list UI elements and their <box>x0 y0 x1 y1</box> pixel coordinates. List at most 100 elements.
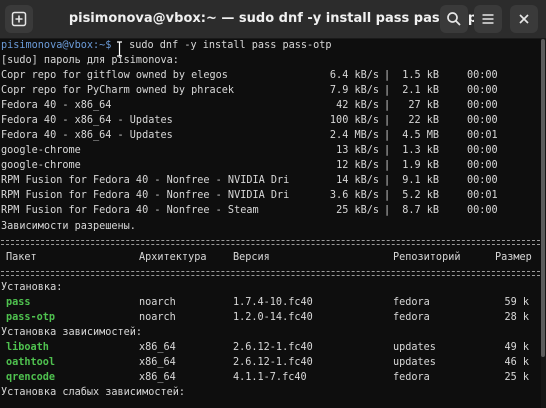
package-arch: x86_64 <box>139 372 176 383</box>
repo-metadata-line: Fedora 40 - x86_64 - Updates 100 kB/s | 22 … <box>1 114 531 128</box>
terminal-output[interactable]: pisimonova@vbox:~$ sudo dnf -y install p… <box>0 39 540 408</box>
package-size: 46 k <box>504 357 529 368</box>
repo-speed: 7.9 kB/s <box>329 85 379 96</box>
package-repo: updates <box>393 357 436 368</box>
package-repo: updates <box>393 342 436 353</box>
search-icon <box>446 11 462 27</box>
repo-name: google-chrome <box>1 160 81 171</box>
repo-size: 1.5 kB <box>402 70 439 81</box>
repo-time: 00:00 <box>467 205 498 216</box>
repo-metadata-line: RPM Fusion for Fedora 40 - Nonfree - Ste… <box>1 204 531 218</box>
header-version: Версия <box>233 252 270 263</box>
package-row: oathtool x86_64 2.6.12-1.fc40 updates 46 k <box>1 356 539 370</box>
repo-time: 00:00 <box>467 160 498 171</box>
repo-name: Copr repo for PyCharm owned by phracek <box>1 85 235 96</box>
table-header: Пакет Архитектура Версия Репозиторий Раз… <box>1 251 539 265</box>
package-name: pass-otp <box>6 312 56 323</box>
repo-speed: 100 kB/s <box>329 115 379 126</box>
repo-name: Fedora 40 - x86_64 <box>1 100 112 111</box>
hamburger-menu-icon <box>480 11 496 27</box>
repo-time: 00:01 <box>467 190 498 201</box>
repo-speed: 25 kB/s <box>336 205 379 216</box>
repo-size: 27 kB <box>408 100 439 111</box>
window-titlebar: pisimonova@vbox:~ — sudo dnf -y install … <box>0 0 546 39</box>
deps-resolved: Зависимости разрешены. <box>1 221 136 232</box>
repo-speed: 6.4 kB/s <box>329 70 379 81</box>
package-version: 4.1.1-7.fc40 <box>233 372 307 383</box>
column-divider: | <box>384 130 391 141</box>
repo-speed: 3.6 kB/s <box>329 190 379 201</box>
repo-size: 9.1 kB <box>402 175 439 186</box>
package-size: 25 k <box>504 372 529 383</box>
column-divider: | <box>384 100 391 111</box>
package-name: qrencode <box>6 372 56 383</box>
package-size: 49 k <box>504 342 529 353</box>
repo-name: RPM Fusion for Fedora 40 - Nonfree - NVI… <box>1 175 290 186</box>
text-cursor-icon <box>116 41 123 57</box>
package-size: 28 k <box>504 312 529 323</box>
repo-speed: 42 kB/s <box>336 100 379 111</box>
deps-label: Установка зависимостей: <box>1 327 143 338</box>
column-divider: | <box>384 115 391 126</box>
package-row: liboath x86_64 2.6.12-1.fc40 updates 49 k <box>1 341 539 355</box>
column-divider: | <box>384 160 391 171</box>
repo-name: RPM Fusion for Fedora 40 - Nonfree - NVI… <box>1 190 290 201</box>
package-version: 1.2.0-14.fc40 <box>233 312 313 323</box>
package-row: qrencode x86_64 4.1.1-7.fc40 fedora 25 k <box>1 371 539 385</box>
repo-speed: 13 kB/s <box>336 145 379 156</box>
package-version: 2.6.12-1.fc40 <box>233 342 313 353</box>
menu-button[interactable] <box>474 5 502 33</box>
package-name: liboath <box>6 342 49 353</box>
column-divider: | <box>384 85 391 96</box>
repo-speed: 14 kB/s <box>336 175 379 186</box>
package-size: 59 k <box>504 297 529 308</box>
repo-name: RPM Fusion for Fedora 40 - Nonfree - Ste… <box>1 205 259 216</box>
package-version: 1.7.4-10.fc40 <box>233 297 313 308</box>
repo-time: 00:00 <box>467 145 498 156</box>
weak-deps-label: Установка слабых зависимостей: <box>1 387 186 398</box>
header-package: Пакет <box>6 252 37 263</box>
package-row: pass noarch 1.7.4-10.fc40 fedora 59 k <box>1 296 539 310</box>
column-divider: | <box>384 190 391 201</box>
search-button[interactable] <box>440 5 468 33</box>
repo-metadata-line: Copr repo for gitflow owned by elegos 6.4… <box>1 69 531 83</box>
repo-metadata-line: RPM Fusion for Fedora 40 - Nonfree - NVI… <box>1 174 531 188</box>
repo-name: Fedora 40 - x86_64 - Updates <box>1 115 173 126</box>
close-button[interactable] <box>510 5 538 33</box>
repo-time: 00:00 <box>467 70 498 81</box>
separator-top <box>1 240 540 245</box>
repo-metadata-line: Copr repo for PyCharm owned by phracek 7.… <box>1 84 531 98</box>
repo-name: Fedora 40 - x86_64 - Updates <box>1 130 173 141</box>
repo-size: 5.2 kB <box>402 190 439 201</box>
repo-speed: 12 kB/s <box>336 160 379 171</box>
repo-size: 22 kB <box>408 115 439 126</box>
repo-size: 1.9 kB <box>402 160 439 171</box>
repo-time: 00:00 <box>467 100 498 111</box>
repo-size: 2.1 kB <box>402 85 439 96</box>
package-repo: fedora <box>393 312 430 323</box>
sudo-prompt: [sudo] пароль для pisimonova: <box>1 55 179 66</box>
repo-metadata-line: Fedora 40 - x86_64 - Updates 2.4 MB/s | 4.5… <box>1 129 531 143</box>
repo-time: 00:00 <box>467 115 498 126</box>
package-arch: x86_64 <box>139 342 176 353</box>
scrollbar-thumb[interactable] <box>541 39 545 357</box>
repo-metadata-line: google-chrome 12 kB/s | 1.9 kB 00:00 <box>1 159 531 173</box>
package-arch: x86_64 <box>139 357 176 368</box>
column-divider: | <box>384 70 391 81</box>
column-divider: | <box>384 205 391 216</box>
repo-size: 8.7 kB <box>402 205 439 216</box>
command-line: pisimonova@vbox:~$ sudo dnf -y install p… <box>1 39 531 53</box>
repo-metadata-line: Fedora 40 - x86_64 42 kB/s | 27 kB 00:00 <box>1 99 531 113</box>
repo-time: 00:01 <box>467 130 498 141</box>
header-repo: Репозиторий <box>393 252 461 263</box>
repo-time: 00:00 <box>467 85 498 96</box>
repo-metadata-line: google-chrome 13 kB/s | 1.3 kB 00:00 <box>1 144 531 158</box>
repo-name: Copr repo for gitflow owned by elegos <box>1 70 228 81</box>
repo-size: 1.3 kB <box>402 145 439 156</box>
install-label: Установка: <box>1 282 63 293</box>
package-repo: fedora <box>393 372 430 383</box>
repo-speed: 2.4 MB/s <box>329 130 379 141</box>
header-arch: Архитектура <box>139 252 207 263</box>
package-name: oathtool <box>6 357 56 368</box>
close-icon <box>517 12 531 26</box>
